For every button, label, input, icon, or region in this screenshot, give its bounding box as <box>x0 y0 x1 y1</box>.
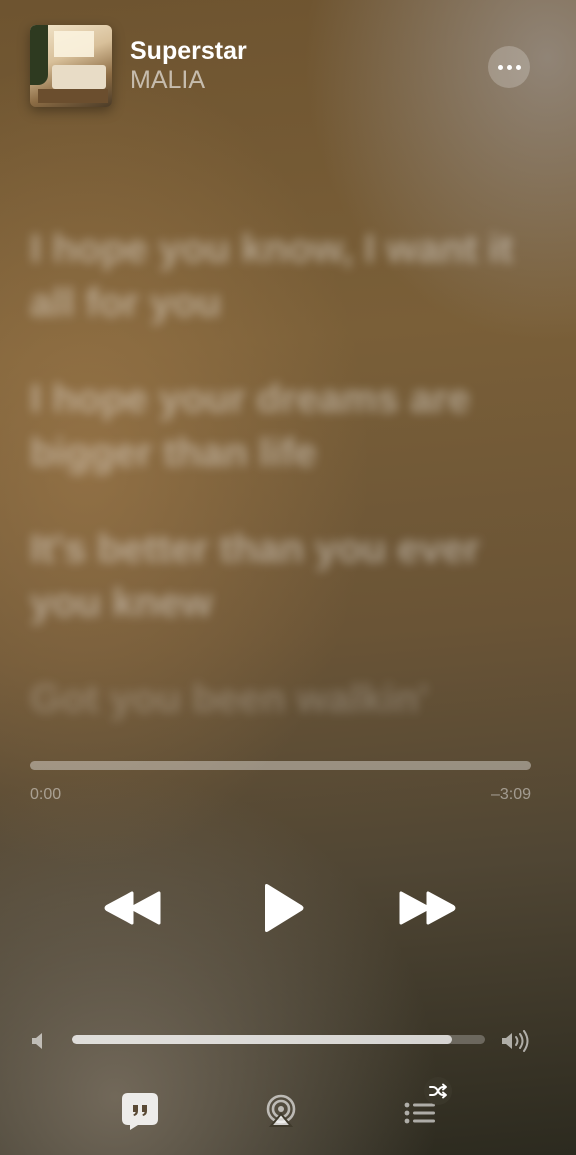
transport-controls <box>0 880 576 936</box>
now-playing-header: Superstar MALIA <box>30 25 546 109</box>
ellipsis-icon <box>496 64 523 70</box>
rewind-button[interactable] <box>104 880 162 936</box>
volume-level-fill <box>72 1035 452 1044</box>
lyric-line[interactable]: I hope your dreams are bigger than life <box>30 372 526 480</box>
artwork-rug <box>38 89 108 103</box>
track-info[interactable]: Superstar MALIA <box>130 37 247 95</box>
artwork-bed <box>52 65 106 89</box>
play-icon <box>265 884 304 932</box>
lyric-line[interactable]: It's better than you ever you knew <box>30 522 526 630</box>
speaker-low-icon <box>32 1033 42 1049</box>
remaining-time: –3:09 <box>490 786 531 803</box>
playback-scrubber[interactable] <box>30 761 531 770</box>
album-artwork[interactable] <box>30 25 112 107</box>
lyrics-button[interactable] <box>117 1088 163 1134</box>
bottom-toolbar <box>0 1077 576 1140</box>
lyrics-view[interactable]: I hope you know, I want it all for you I… <box>30 222 526 768</box>
lyric-line[interactable]: Got you been walkin' <box>30 672 526 726</box>
lyric-line[interactable]: I hope you know, I want it all for you <box>30 222 526 330</box>
artist-name[interactable]: MALIA <box>130 65 247 95</box>
song-title: Superstar <box>130 37 247 65</box>
play-button[interactable] <box>258 880 308 936</box>
artwork-plant <box>30 25 48 85</box>
fast-forward-button[interactable] <box>398 880 456 936</box>
quote-bubble-icon <box>122 1093 158 1130</box>
artwork-window <box>54 31 94 57</box>
volume-control <box>30 1030 530 1054</box>
speaker-high-icon <box>502 1030 529 1052</box>
elapsed-time: 0:00 <box>30 786 62 803</box>
airplay-button[interactable] <box>258 1088 304 1134</box>
shuffle-icon <box>429 1083 447 1099</box>
rewind-icon <box>104 891 161 925</box>
shuffle-badge[interactable] <box>424 1077 452 1105</box>
fast-forward-icon <box>399 891 456 925</box>
airplay-icon <box>266 1094 296 1127</box>
more-options-button[interactable] <box>488 46 530 88</box>
volume-slider[interactable] <box>72 1035 485 1044</box>
